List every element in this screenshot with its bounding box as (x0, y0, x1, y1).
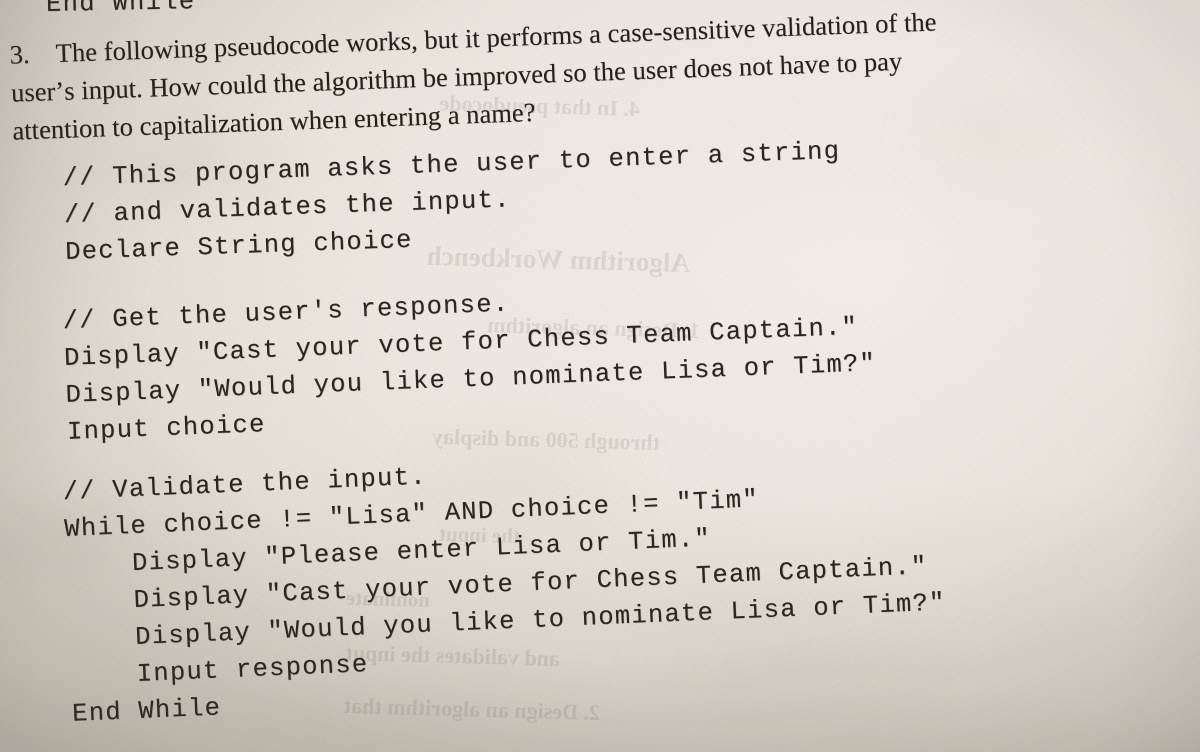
top-cutoff-code-line: End While (45, 0, 196, 19)
photographed-textbook-page: Algorithm Workbench 4. In that pseudocode… (0, 0, 1200, 752)
pseudocode-validation-block: // Validate the input. While choice != "L… (62, 436, 950, 732)
